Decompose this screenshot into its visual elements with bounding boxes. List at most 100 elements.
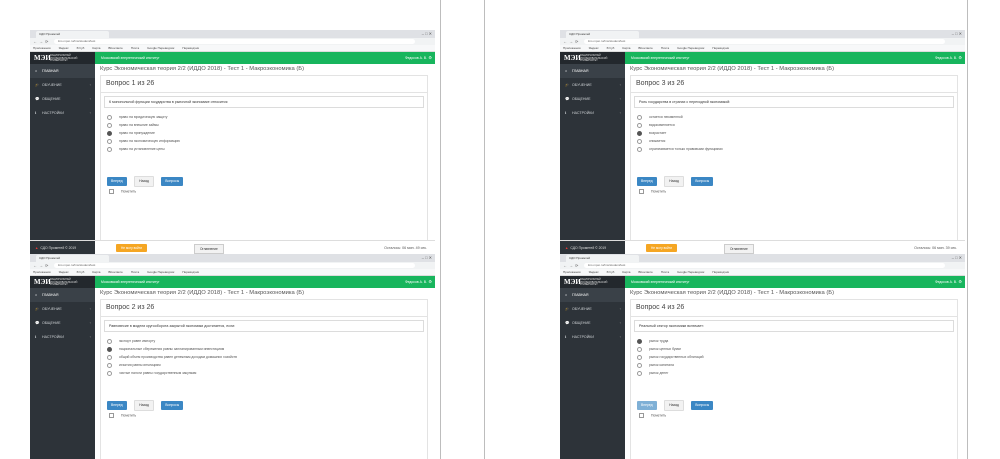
bookmark-item[interactable]: ВКонтакте: [108, 46, 122, 50]
radio-button[interactable]: [107, 362, 112, 368]
browser-tab[interactable]: СДО Прометей: [566, 31, 639, 38]
answer-option[interactable]: чистые налоги равны государственным заку…: [107, 369, 237, 377]
sidebar-item-0[interactable]: ⌂ ГЛАВНАЯ: [30, 64, 95, 78]
sidebar-item-3[interactable]: ℹ НАСТРОЙКИ ‹: [30, 330, 95, 344]
nav-arrows-icon[interactable]: ←→⟳: [563, 39, 580, 44]
bookmark-item[interactable]: Почта: [131, 270, 139, 274]
back-button[interactable]: Назад: [664, 400, 684, 411]
bookmark-item[interactable]: Карта: [622, 270, 630, 274]
bookmark-item[interactable]: Приложения: [33, 270, 51, 274]
answer-option[interactable]: право на экономическую информацию: [107, 137, 180, 145]
back-button[interactable]: Назад: [134, 400, 154, 411]
sidebar-item-0[interactable]: ⌂ ГЛАВНАЯ: [30, 288, 95, 302]
answer-option[interactable]: ограничивается только правовыми функциям…: [637, 145, 722, 153]
forward-button[interactable]: Вперед: [637, 401, 657, 410]
bookmark-item[interactable]: Google Переводчик: [677, 270, 704, 274]
questions-button[interactable]: Вопросы: [691, 177, 714, 186]
questions-button[interactable]: Вопросы: [691, 401, 714, 410]
radio-button[interactable]: [107, 130, 112, 136]
answer-option[interactable]: остается неизменной: [637, 113, 722, 121]
bookmark-item[interactable]: Google Переводчик: [147, 270, 174, 274]
sidebar-item-0[interactable]: ⌂ ГЛАВНАЯ: [560, 288, 625, 302]
radio-button[interactable]: [107, 346, 112, 352]
window-controls[interactable]: – □ ✕: [422, 31, 432, 36]
bookmark-item[interactable]: Карта: [92, 270, 100, 274]
answer-option[interactable]: право на внешние займы: [107, 121, 180, 129]
sidebar-item-0[interactable]: ⌂ ГЛАВНАЯ: [560, 64, 625, 78]
sidebar-item-2[interactable]: 💬 ОБЩЕНИЕ ‹: [560, 92, 625, 106]
radio-button[interactable]: [637, 138, 642, 144]
bookmark-item[interactable]: Переводчик: [182, 46, 199, 50]
bookmark-item[interactable]: Ютуб: [607, 46, 615, 50]
answer-option[interactable]: общий объем производства равен денежным …: [107, 353, 237, 361]
bookmark-item[interactable]: Переводчик: [712, 46, 729, 50]
answer-option[interactable]: национальные сбережения равны запланиров…: [107, 345, 237, 353]
answer-option[interactable]: рынок капитала: [637, 361, 704, 369]
back-button[interactable]: Назад: [664, 176, 684, 187]
contents-button[interactable]: Оглавление: [194, 244, 224, 254]
help-button[interactable]: Не могу войти: [646, 244, 678, 252]
browser-tab[interactable]: СДО Прометей: [36, 31, 109, 38]
bookmark-item[interactable]: Приложения: [33, 46, 51, 50]
radio-button[interactable]: [107, 122, 112, 128]
answer-option[interactable]: право на принуждение: [107, 129, 180, 137]
answer-option[interactable]: право на установление цены: [107, 145, 180, 153]
address-bar[interactable]: lms.mpei.ru/lms/student/test: [584, 263, 945, 268]
bookmark-item[interactable]: Ютуб: [607, 270, 615, 274]
sidebar-item-1[interactable]: 🎓 ОБУЧЕНИЕ ‹: [30, 78, 95, 92]
sidebar-item-3[interactable]: ℹ НАСТРОЙКИ ‹: [560, 330, 625, 344]
bookmark-item[interactable]: Ютуб: [77, 46, 85, 50]
sidebar-item-1[interactable]: 🎓 ОБУЧЕНИЕ ‹: [560, 78, 625, 92]
radio-button[interactable]: [107, 138, 112, 144]
questions-button[interactable]: Вопросы: [161, 177, 184, 186]
forward-button[interactable]: Вперед: [107, 177, 127, 186]
bookmark-item[interactable]: Яндекс: [589, 46, 599, 50]
sidebar-item-1[interactable]: 🎓 ОБУЧЕНИЕ ‹: [560, 302, 625, 316]
window-controls[interactable]: – □ ✕: [952, 31, 962, 36]
forward-button[interactable]: Вперед: [637, 177, 657, 186]
bookmark-item[interactable]: Яндекс: [59, 270, 69, 274]
sidebar-item-2[interactable]: 💬 ОБЩЕНИЕ ‹: [30, 92, 95, 106]
bookmark-item[interactable]: Почта: [661, 46, 669, 50]
answer-option[interactable]: право на юридическую защиту: [107, 113, 180, 121]
answer-option[interactable]: рынок ценных бумаг: [637, 345, 704, 353]
user-name[interactable]: Федосов А. В.: [935, 52, 957, 64]
bookmark-item[interactable]: ВКонтакте: [638, 270, 652, 274]
answer-option[interactable]: рынок денег: [637, 369, 704, 377]
bookmark-item[interactable]: Карта: [622, 46, 630, 50]
nav-arrows-icon[interactable]: ←→⟳: [33, 39, 50, 44]
radio-button[interactable]: [637, 146, 642, 152]
user-name[interactable]: Федосов А. В.: [405, 52, 427, 64]
checkbox[interactable]: [109, 189, 114, 194]
user-name[interactable]: Федосов А. В.: [405, 276, 427, 288]
bookmark-item[interactable]: Переводчик: [712, 270, 729, 274]
radio-button[interactable]: [107, 114, 112, 120]
mark-checkbox[interactable]: Пометить: [109, 413, 136, 418]
bookmark-item[interactable]: Яндекс: [589, 270, 599, 274]
bookmark-item[interactable]: Приложения: [563, 46, 581, 50]
radio-button[interactable]: [107, 370, 112, 376]
gear-icon[interactable]: ⚙: [428, 52, 432, 64]
gear-icon[interactable]: ⚙: [958, 52, 962, 64]
radio-button[interactable]: [637, 370, 642, 376]
bookmark-item[interactable]: Ютуб: [77, 270, 85, 274]
address-bar[interactable]: lms.mpei.ru/lms/student/test: [54, 39, 415, 44]
bookmark-item[interactable]: Google Переводчик: [677, 46, 704, 50]
radio-button[interactable]: [637, 362, 642, 368]
radio-button[interactable]: [107, 338, 112, 344]
radio-button[interactable]: [637, 114, 642, 120]
bookmark-item[interactable]: Почта: [131, 46, 139, 50]
answer-option[interactable]: рынок государственных облигаций: [637, 353, 704, 361]
sidebar-item-3[interactable]: ℹ НАСТРОЙКИ ‹: [30, 106, 95, 120]
answer-option[interactable]: экспорт равен импорту: [107, 337, 237, 345]
sidebar-item-2[interactable]: 💬 ОБЩЕНИЕ ‹: [30, 316, 95, 330]
answer-option[interactable]: рынок труда: [637, 337, 704, 345]
checkbox[interactable]: [639, 413, 644, 418]
gear-icon[interactable]: ⚙: [958, 276, 962, 288]
mark-checkbox[interactable]: Пометить: [639, 189, 666, 194]
browser-tab[interactable]: СДО Прометей: [566, 255, 639, 262]
help-button[interactable]: Не могу войти: [116, 244, 148, 252]
mark-checkbox[interactable]: Пометить: [639, 413, 666, 418]
mark-checkbox[interactable]: Пометить: [109, 189, 136, 194]
bookmark-item[interactable]: ВКонтакте: [638, 46, 652, 50]
